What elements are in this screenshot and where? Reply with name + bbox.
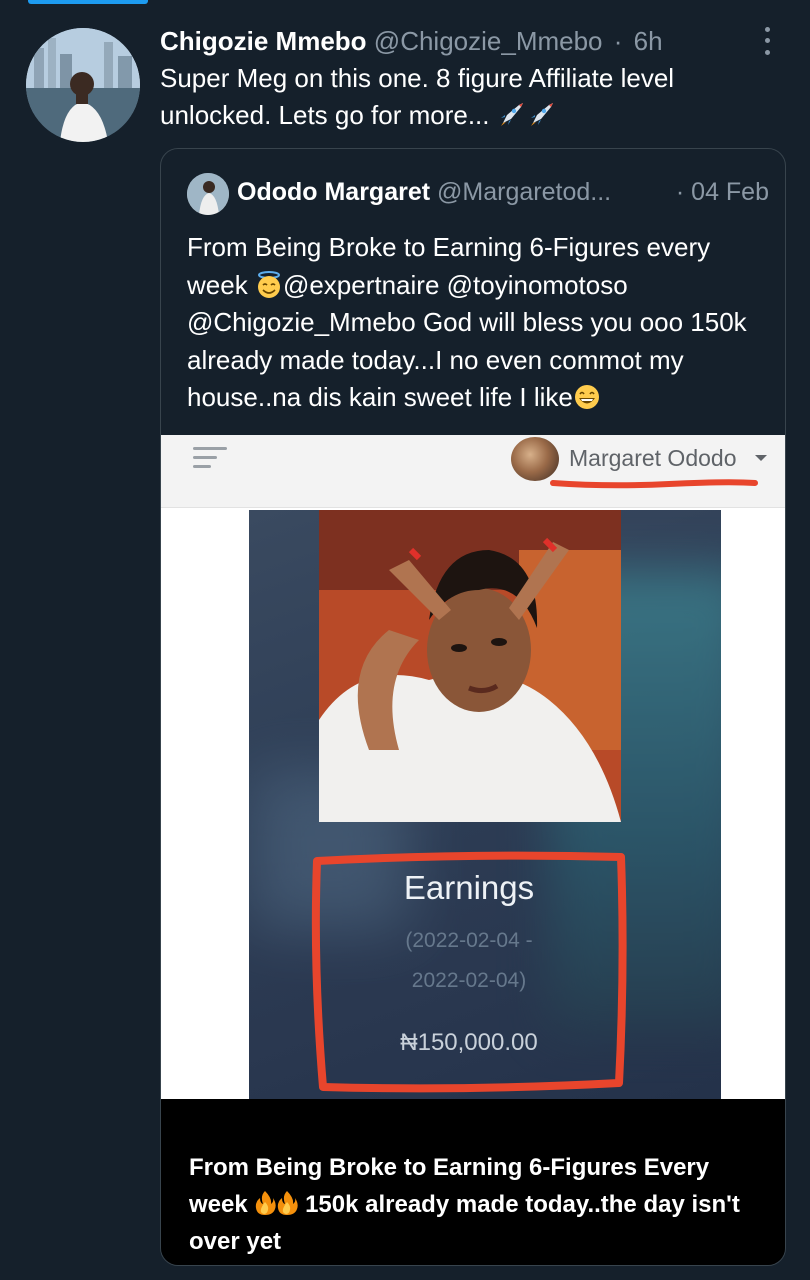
earnings-title: Earnings [403,869,535,906]
quoted-text: From Being Broke to Earning 6-Figures ev… [187,229,767,417]
fire-icon [256,1191,277,1215]
tweet-body: Super Meg on this one. 8 figure Affiliat… [160,63,675,130]
quoted-date[interactable]: · 04 Feb [676,177,769,207]
more-options-icon[interactable] [756,24,778,58]
screenshot-topbar: Margaret Ododo [161,435,785,508]
fire-icon [278,1191,299,1215]
earnings-amount: ₦150,000.00 [400,1029,538,1056]
quoted-author-handle[interactable]: @Margaretod... [437,178,611,206]
profile-photo [319,510,621,822]
tweet: Chigozie Mmebo @Chigozie_Mmebo · 6h Supe… [0,0,810,1280]
rocket-icon [500,103,523,126]
quoted-header: Ododo Margaret @Margaretod... [237,177,611,207]
caption-text: From Being Broke to Earning 6-Figures Ev… [189,1149,769,1260]
tweet-time[interactable]: 6h [634,26,663,56]
quoted-tweet-card[interactable]: Ododo Margaret @Margaretod... · 04 Feb F… [160,148,786,1266]
quoted-avatar[interactable] [187,173,229,215]
separator: · [613,26,623,56]
image-caption: From Being Broke to Earning 6-Figures Ev… [161,1099,785,1265]
screenshot-user-name: Margaret Ododo [569,445,737,471]
red-underline-annotation [550,479,758,489]
author-handle[interactable]: @Chigozie_Mmebo [374,26,603,56]
avatar[interactable] [26,28,140,142]
earnings-range-end: 2022-02-04) [411,969,527,992]
earnings-date-range: (2022-02-04 - 2022-02-04) [311,921,627,1001]
quoted-author-name[interactable]: Ododo Margaret [237,178,430,206]
earnings-range-start: (2022-02-04 - [405,929,533,952]
hamburger-menu-icon [193,447,227,468]
rocket-icon [530,103,553,126]
tweet-text: Super Meg on this one. 8 figure Affiliat… [160,60,780,134]
grinning-face-icon [574,385,599,409]
embedded-screenshot[interactable]: Margaret Ododo Earnings (2022-02-04 - 20… [161,435,785,1099]
tweet-header: Chigozie Mmebo @Chigozie_Mmebo · 6h [160,26,663,56]
author-name[interactable]: Chigozie Mmebo [160,26,367,56]
earnings-summary: Earnings (2022-02-04 - 2022-02-04) ₦150,… [311,849,627,1091]
caret-down-icon [755,455,767,461]
smiling-face-with-halo-icon [257,270,280,298]
